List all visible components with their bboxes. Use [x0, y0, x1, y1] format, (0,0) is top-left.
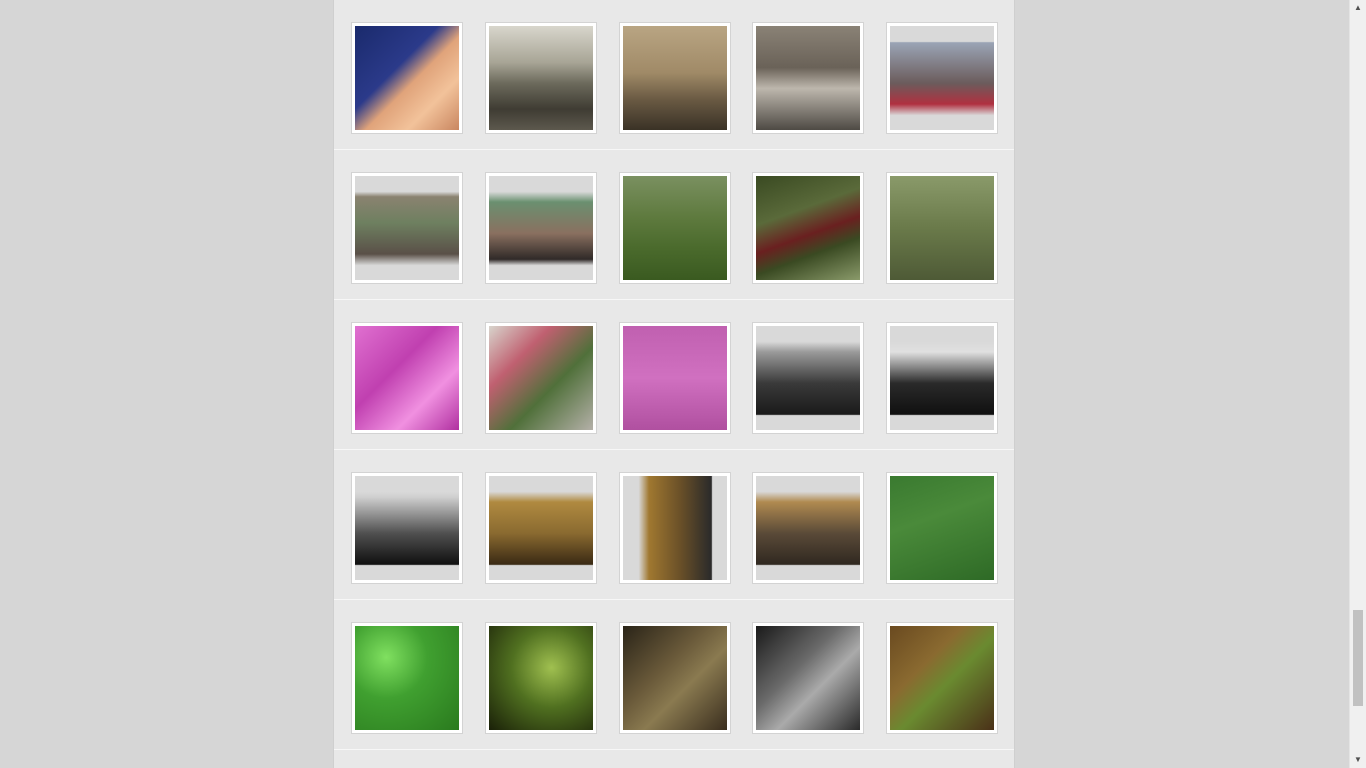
- scroll-down-arrow-icon[interactable]: ▼: [1350, 752, 1366, 768]
- photo-image: [890, 26, 994, 130]
- photo-image: [489, 326, 593, 430]
- thumbnail-city-skyline[interactable]: [619, 22, 731, 134]
- thumbnail-birds-on-wire[interactable]: [619, 172, 731, 284]
- photo-image: [756, 176, 860, 280]
- thumbnail-graffiti-owl[interactable]: [485, 172, 597, 284]
- thumbnail-thistle-flowers[interactable]: [886, 172, 998, 284]
- thumbnail-graffiti-people[interactable]: [886, 22, 998, 134]
- photo-image: [890, 326, 994, 430]
- thumbnail-protest-women-bw[interactable]: [351, 472, 463, 584]
- thumbnail-baby-feet[interactable]: [351, 22, 463, 134]
- photo-image: [489, 626, 593, 730]
- gallery-container: [333, 0, 1015, 768]
- photo-image: [355, 26, 459, 130]
- photo-image: [355, 476, 459, 580]
- thumbnail-seagull-station[interactable]: [752, 22, 864, 134]
- thumbnail-pink-clips[interactable]: [351, 322, 463, 434]
- photo-image: [623, 176, 727, 280]
- photo-image: [756, 626, 860, 730]
- thumbnail-green-water-drops[interactable]: [351, 622, 463, 734]
- thumbnail-ferry-steam[interactable]: [752, 472, 864, 584]
- scroll-thumb[interactable]: [1353, 610, 1363, 706]
- photo-image: [623, 626, 727, 730]
- vertical-scrollbar[interactable]: ▲ ▼: [1349, 0, 1366, 768]
- photo-image: [623, 26, 727, 130]
- thumbnail-iguana-bw[interactable]: [752, 622, 864, 734]
- photo-image: [890, 626, 994, 730]
- photo-image: [489, 476, 593, 580]
- photo-image: [623, 476, 727, 580]
- thumbnail-fisherman-boat[interactable]: [619, 472, 731, 584]
- photo-image: [623, 326, 727, 430]
- photo-image: [355, 626, 459, 730]
- thumbnail-iguana-color[interactable]: [886, 622, 998, 734]
- thumbnail-ships-sunset[interactable]: [485, 472, 597, 584]
- photo-image: [890, 476, 994, 580]
- thumbnail-pink-wall-windows[interactable]: [619, 322, 731, 434]
- thumbnail-pink-roses[interactable]: [485, 322, 597, 434]
- thumbnail-protest-bw[interactable]: [886, 322, 998, 434]
- thumbnail-leaf-drops[interactable]: [485, 622, 597, 734]
- photo-image: [756, 476, 860, 580]
- thumbnail-river-terrace[interactable]: [485, 22, 597, 134]
- scroll-up-arrow-icon[interactable]: ▲: [1350, 0, 1366, 16]
- photo-image: [890, 176, 994, 280]
- photo-image: [355, 176, 459, 280]
- thumbnail-graffiti-wall[interactable]: [351, 172, 463, 284]
- photo-image: [489, 26, 593, 130]
- photo-image: [756, 26, 860, 130]
- thumbnail-green-dewdrops[interactable]: [886, 472, 998, 584]
- thumbnail-winding-road[interactable]: [752, 172, 864, 284]
- photo-image: [756, 326, 860, 430]
- thumbnail-crocodile[interactable]: [619, 622, 731, 734]
- thumbnail-crowd-bw[interactable]: [752, 322, 864, 434]
- photo-image: [355, 326, 459, 430]
- photo-image: [489, 176, 593, 280]
